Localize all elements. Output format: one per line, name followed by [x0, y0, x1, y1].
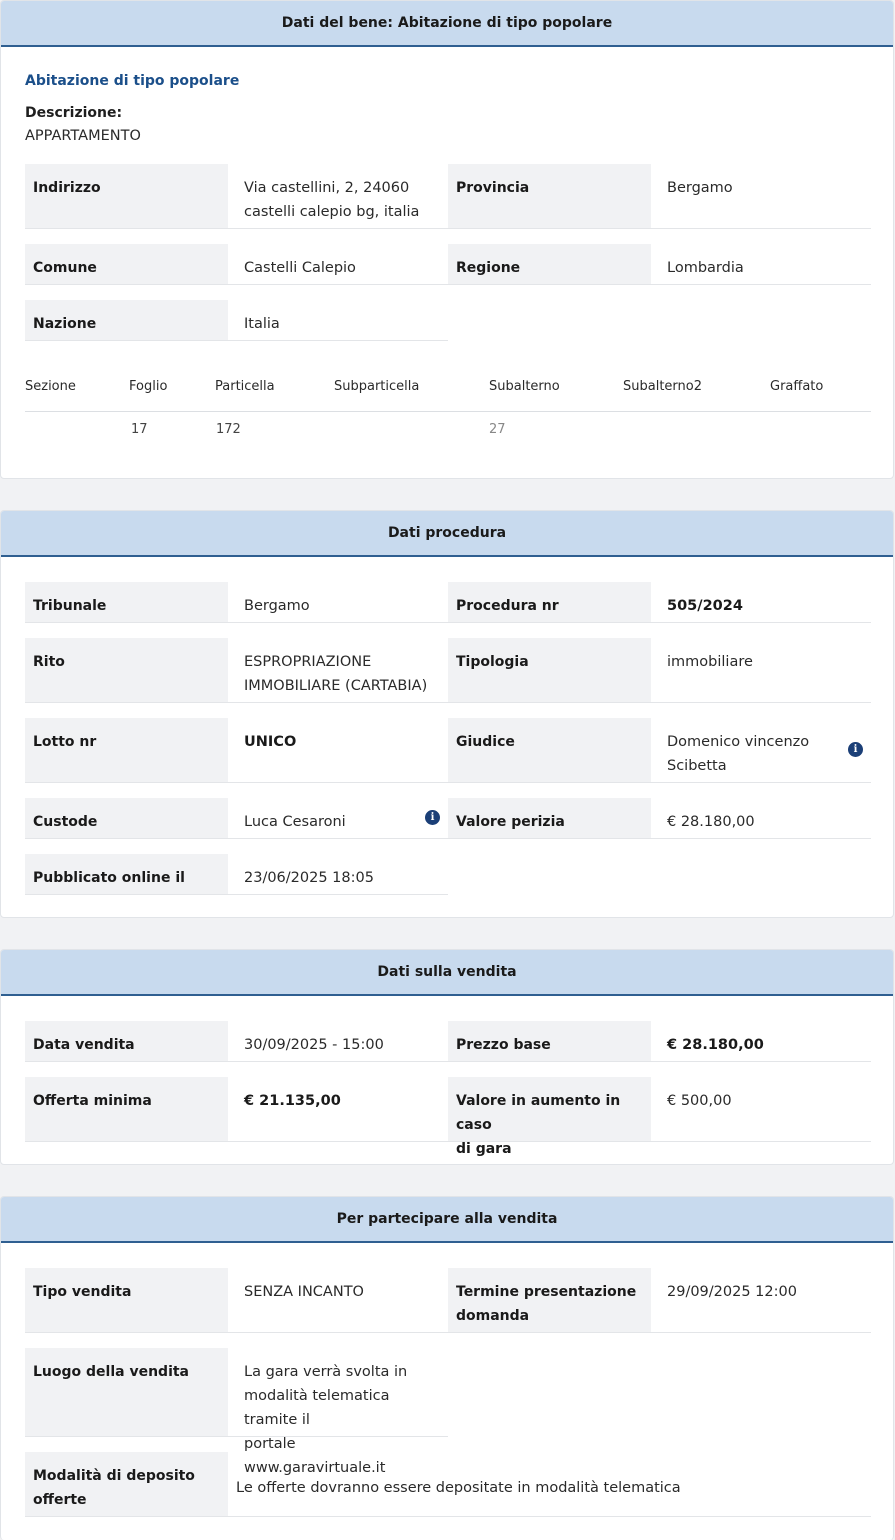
- indirizzo-label: Indirizzo: [25, 164, 228, 228]
- offerta-minima-label: Offerta minima: [25, 1077, 228, 1141]
- indirizzo-line2: castelli calepio bg, italia: [244, 204, 420, 220]
- procedura-card: Dati procedura Tribunale Bergamo Procedu…: [0, 510, 894, 918]
- catasto-header-foglio: Foglio: [129, 379, 168, 394]
- modalita-label-line2: offerte: [33, 1492, 87, 1508]
- comune-label: Comune: [25, 244, 228, 284]
- giudice-line1: Domenico vincenzo: [667, 734, 810, 750]
- modalita-value: Le offerte dovranno essere depositate in…: [236, 1480, 681, 1496]
- procedura-header: Dati procedura: [1, 511, 893, 557]
- termine-label-line2: domanda: [456, 1308, 530, 1324]
- rito-line1: ESPROPRIAZIONE: [244, 654, 372, 670]
- tribunale-label: Tribunale: [25, 582, 228, 622]
- catasto-header-particella: Particella: [215, 379, 275, 394]
- giudice-info-icon[interactable]: i: [848, 742, 863, 757]
- luogo-line2: modalità telematica tramite il: [244, 1388, 390, 1428]
- modalita-label-line1: Modalità di deposito: [33, 1468, 195, 1484]
- catasto-cell-foglio: 17: [131, 422, 148, 437]
- data-vendita-label: Data vendita: [25, 1021, 228, 1061]
- lotto-label: Lotto nr: [25, 718, 228, 782]
- partecipare-card: Per partecipare alla vendita Tipo vendit…: [0, 1196, 894, 1540]
- giudice-value: Domenico vincenzo Scibetta: [651, 718, 841, 790]
- offerta-minima-value: € 21.135,00: [244, 1093, 341, 1109]
- termine-label-line1: Termine presentazione: [456, 1284, 637, 1300]
- descrizione-value: APPARTAMENTO: [25, 128, 141, 144]
- catasto-header-subparticella: Subparticella: [334, 379, 420, 394]
- indirizzo-line1: Via castellini, 2, 24060: [244, 180, 410, 196]
- termine-value: 29/09/2025 12:00: [667, 1284, 797, 1300]
- vendita-card: Dati sulla vendita Data vendita 30/09/20…: [0, 949, 894, 1165]
- rito-label: Rito: [25, 638, 228, 702]
- luogo-label: Luogo della vendita: [25, 1348, 228, 1436]
- nazione-label: Nazione: [25, 300, 228, 340]
- custode-info-icon[interactable]: i: [425, 810, 440, 825]
- tipo-vendita-value: SENZA INCANTO: [244, 1284, 364, 1300]
- termine-label: Termine presentazione domanda: [448, 1268, 651, 1332]
- aumento-label: Valore in aumento in caso di gara: [448, 1077, 651, 1157]
- giudice-label: Giudice: [448, 718, 651, 782]
- regione-label: Regione: [448, 244, 651, 284]
- aumento-value: € 500,00: [667, 1093, 732, 1109]
- bene-subtitle: Abitazione di tipo popolare: [25, 73, 240, 89]
- tipologia-value: immobiliare: [667, 654, 753, 670]
- catasto-header-graffato: Graffato: [770, 379, 824, 394]
- procedura-nr-label: Procedura nr: [448, 582, 651, 622]
- giudice-line2: Scibetta: [667, 758, 727, 774]
- indirizzo-value: Via castellini, 2, 24060 castelli calepi…: [228, 164, 448, 236]
- rito-line2: IMMOBILIARE (CARTABIA): [244, 678, 428, 694]
- modalita-label: Modalità di deposito offerte: [25, 1452, 228, 1516]
- bene-card: Dati del bene: Abitazione di tipo popola…: [0, 0, 894, 479]
- custode-label: Custode: [25, 798, 228, 838]
- vendita-header: Dati sulla vendita: [1, 950, 893, 996]
- luogo-line1: La gara verrà svolta in: [244, 1364, 408, 1380]
- tipo-vendita-label: Tipo vendita: [25, 1268, 228, 1332]
- catasto-header-sezione: Sezione: [25, 379, 76, 394]
- prezzo-base-label: Prezzo base: [448, 1021, 651, 1061]
- catasto-header-subalterno2: Subalterno2: [623, 379, 702, 394]
- descrizione-label: Descrizione:: [25, 105, 123, 121]
- catasto-header-subalterno: Subalterno: [489, 379, 560, 394]
- aumento-label-line1: Valore in aumento in caso: [456, 1093, 621, 1133]
- provincia-label: Provincia: [448, 164, 651, 228]
- provincia-value: Bergamo: [667, 180, 733, 196]
- catasto-cell-particella: 172: [216, 422, 241, 437]
- perizia-label: Valore perizia: [448, 798, 651, 838]
- pubblicato-label: Pubblicato online il: [25, 854, 228, 894]
- rito-value: ESPROPRIAZIONE IMMOBILIARE (CARTABIA): [228, 638, 448, 710]
- tipologia-label: Tipologia: [448, 638, 651, 702]
- partecipare-header: Per partecipare alla vendita: [1, 1197, 893, 1243]
- catasto-cell-subalterno: 27: [489, 422, 506, 437]
- bene-header: Dati del bene: Abitazione di tipo popola…: [1, 1, 893, 47]
- lotto-value: UNICO: [244, 734, 297, 750]
